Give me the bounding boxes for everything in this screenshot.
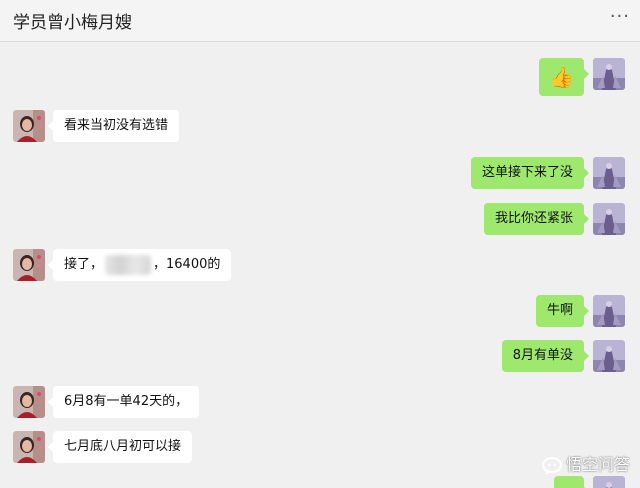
contact-avatar[interactable] bbox=[13, 110, 45, 142]
message-bubble[interactable]: 8月有单没 bbox=[501, 340, 590, 372]
more-options-icon[interactable]: ··· bbox=[610, 6, 630, 27]
message-bubble[interactable]: 看来当初没有选错 bbox=[47, 110, 180, 142]
message-text: 接了， bbox=[64, 257, 104, 272]
message-bubble[interactable]: 我比你还紧张 bbox=[483, 203, 590, 235]
watermark-text: 悟空问答 bbox=[565, 455, 630, 474]
message-bubble[interactable]: 牛啊 bbox=[535, 295, 590, 327]
message-bubble[interactable]: 这单接下来了没 bbox=[470, 157, 590, 189]
message-bubble-partial[interactable] bbox=[554, 476, 589, 488]
self-avatar[interactable] bbox=[593, 295, 625, 327]
contact-avatar[interactable] bbox=[13, 249, 45, 281]
self-avatar[interactable] bbox=[593, 157, 625, 189]
chat-header: 学员曾小梅月嫂 ··· bbox=[0, 0, 640, 42]
self-avatar[interactable] bbox=[593, 340, 625, 372]
chat-bubble-icon bbox=[541, 456, 563, 475]
message-bubble[interactable]: 七月底八月初可以接 bbox=[47, 431, 193, 463]
contact-avatar[interactable] bbox=[13, 386, 45, 418]
chat-title: 学员曾小梅月嫂 bbox=[13, 13, 132, 33]
thumbs-up-bubble[interactable]: 👍 bbox=[539, 58, 589, 96]
watermark: 悟空问答 bbox=[541, 451, 630, 475]
redacted-blur bbox=[105, 254, 152, 275]
message-bubble[interactable]: 6月8有一单42天的， bbox=[47, 386, 200, 418]
self-avatar[interactable] bbox=[593, 58, 625, 90]
contact-avatar[interactable] bbox=[13, 431, 45, 463]
message-text: ，16400的 bbox=[153, 257, 221, 272]
message-bubble[interactable]: 接了， ，16400的 bbox=[47, 249, 232, 281]
self-avatar[interactable] bbox=[593, 476, 625, 488]
self-avatar[interactable] bbox=[593, 203, 625, 235]
